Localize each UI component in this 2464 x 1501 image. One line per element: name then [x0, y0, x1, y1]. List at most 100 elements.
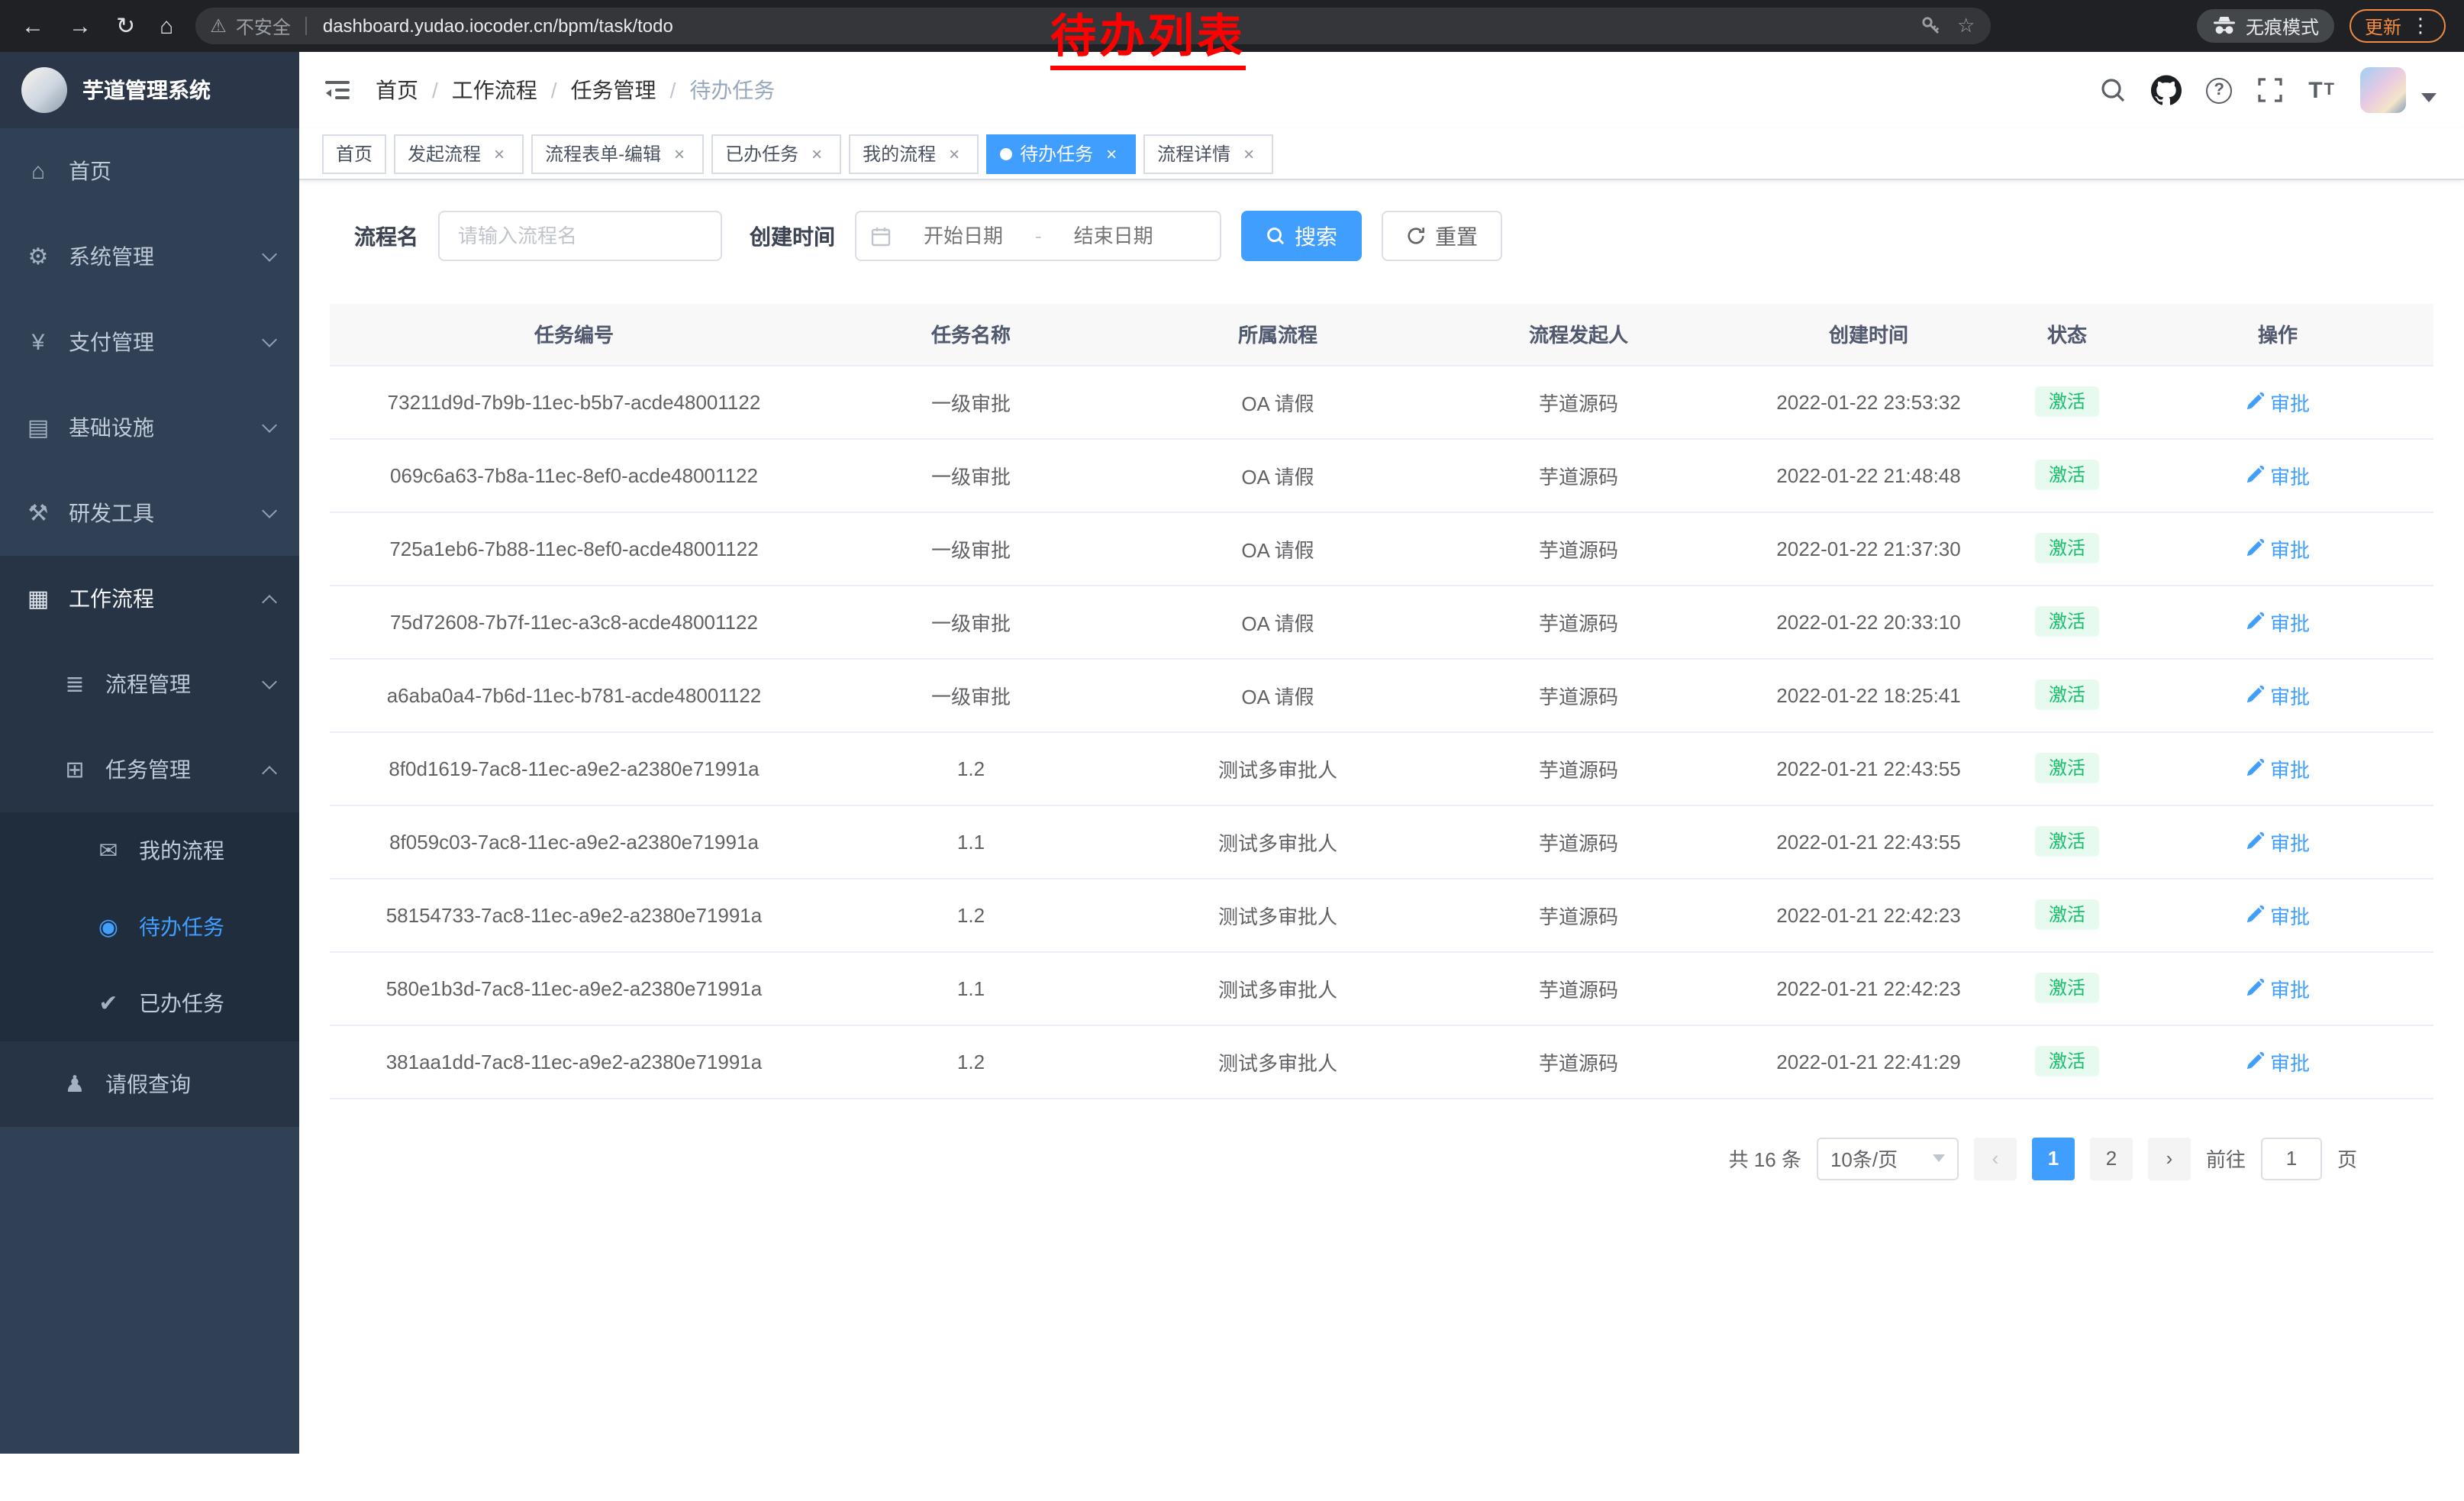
cell-created: 2022-01-22 20:33:10 [1725, 585, 2012, 658]
table-row: 75d72608-7b7f-11ec-a3c8-acde48001122 一级审… [330, 585, 2433, 658]
page-size-select[interactable]: 10条/页 [1817, 1137, 1959, 1180]
approve-label: 审批 [2270, 460, 2310, 489]
next-page-button[interactable]: › [2148, 1137, 2191, 1180]
page-button-2[interactable]: 2 [2090, 1137, 2133, 1180]
sidebar-item-my-process[interactable]: ✉ 我的流程 [0, 812, 299, 889]
tab-label: 已办任务 [725, 140, 798, 166]
chevron-up-icon [262, 765, 277, 780]
home-icon[interactable]: ⌂ [160, 15, 173, 37]
col-process: 所属流程 [1124, 304, 1432, 365]
sidebar-item-home[interactable]: ⌂ 首页 [0, 128, 299, 214]
goto-page-input[interactable] [2261, 1137, 2322, 1180]
status-badge: 激活 [2035, 899, 2099, 930]
tab-close-icon[interactable]: × [669, 143, 690, 164]
reset-button[interactable]: 重置 [1382, 211, 1502, 261]
tab-home[interactable]: 首页 [322, 134, 386, 173]
cell-starter: 芋道源码 [1432, 1025, 1725, 1098]
edit-icon [2246, 466, 2264, 484]
github-icon[interactable] [2151, 75, 2182, 105]
update-button[interactable]: 更新 ⋮ [2350, 9, 2446, 43]
tab-process-detail[interactable]: 流程详情 × [1143, 134, 1273, 173]
sidebar-item-task-mgmt[interactable]: ⊞ 任务管理 [0, 727, 299, 812]
sidebar-item-workflow[interactable]: ▦ 工作流程 [0, 556, 299, 641]
sidebar-item-system[interactable]: ⚙ 系统管理 [0, 214, 299, 299]
tab-start-process[interactable]: 发起流程 × [394, 134, 524, 173]
tab-done-tasks[interactable]: 已办任务 × [711, 134, 841, 173]
approve-link[interactable]: 审批 [2246, 900, 2310, 929]
avatar[interactable] [2360, 67, 2406, 113]
screen: ← → ↻ ⌂ ⚠ 不安全 dashboard.yudao.iocoder.cn… [0, 0, 2464, 1501]
app-logo[interactable]: 芋道管理系统 [0, 52, 299, 128]
approve-link[interactable]: 审批 [2246, 460, 2310, 489]
tab-close-icon[interactable]: × [1238, 143, 1259, 164]
sidebar-item-process-mgmt[interactable]: ≣ 流程管理 [0, 641, 299, 727]
approve-label: 审批 [2270, 1047, 2310, 1076]
tab-todo-tasks[interactable]: 待办任务 × [986, 134, 1136, 173]
sidebar-item-infra[interactable]: ▤ 基础设施 [0, 385, 299, 470]
breadcrumb-task-mgmt[interactable]: 任务管理 [571, 75, 656, 105]
reset-button-label: 重置 [1435, 221, 1478, 251]
cell-action: 审批 [2122, 512, 2433, 585]
chevron-down-icon [1933, 1154, 1945, 1162]
approve-link[interactable]: 审批 [2246, 607, 2310, 636]
tab-label: 流程详情 [1157, 140, 1230, 166]
back-icon[interactable]: ← [21, 15, 44, 37]
date-range-picker[interactable]: - [855, 211, 1221, 261]
font-size-icon[interactable]: TT [2308, 77, 2336, 103]
cell-starter: 芋道源码 [1432, 365, 1725, 438]
start-date-input[interactable] [898, 224, 1029, 247]
approve-link[interactable]: 审批 [2246, 534, 2310, 563]
bookmark-star-icon[interactable]: ☆ [1957, 14, 1975, 38]
cell-action: 审批 [2122, 438, 2433, 512]
sidebar-item-todo-tasks[interactable]: ◉ 待办任务 [0, 889, 299, 965]
cell-task-id: 58154733-7ac8-11ec-a9e2-a2380e71991a [330, 878, 818, 951]
refresh-icon[interactable]: ↻ [116, 15, 135, 37]
process-name-input[interactable] [440, 224, 721, 247]
approve-link[interactable]: 审批 [2246, 680, 2310, 709]
breadcrumb-home[interactable]: 首页 [376, 75, 418, 105]
help-icon[interactable]: ? [2206, 77, 2232, 103]
tab-my-process[interactable]: 我的流程 × [849, 134, 979, 173]
incognito-label: 无痕模式 [2246, 13, 2319, 39]
key-icon[interactable] [1921, 15, 1942, 37]
sidebar: 芋道管理系统 ⌂ 首页 ⚙ 系统管理 ¥ 支付管理 ▤ 基础设施 ⚒ 研发工具 … [0, 52, 299, 1454]
browser-menu-icon[interactable]: ⋮ [2411, 14, 2430, 38]
fullscreen-icon[interactable] [2256, 76, 2284, 104]
sidebar-item-leave-query[interactable]: ♟ 请假查询 [0, 1041, 299, 1127]
cell-task-name: 一级审批 [818, 365, 1124, 438]
cell-process: 测试多审批人 [1124, 1025, 1432, 1098]
cell-status: 激活 [2012, 585, 2122, 658]
approve-link[interactable]: 审批 [2246, 754, 2310, 783]
breadcrumb-workflow[interactable]: 工作流程 [452, 75, 537, 105]
search-icon[interactable] [2099, 76, 2127, 104]
forward-icon[interactable]: → [69, 15, 92, 37]
approve-link[interactable]: 审批 [2246, 387, 2310, 416]
col-status: 状态 [2012, 304, 2122, 365]
table-row: 73211d9d-7b9b-11ec-b5b7-acde48001122 一级审… [330, 365, 2433, 438]
tab-close-icon[interactable]: × [806, 143, 827, 164]
tab-close-icon[interactable]: × [943, 143, 965, 164]
cell-task-id: 069c6a63-7b8a-11ec-8ef0-acde48001122 [330, 438, 818, 512]
status-badge: 激活 [2035, 753, 2099, 783]
approve-link[interactable]: 审批 [2246, 1047, 2310, 1076]
sidebar-item-label: 首页 [69, 156, 111, 186]
tab-form-edit[interactable]: 流程表单-编辑 × [531, 134, 704, 173]
sidebar-collapse-icon[interactable] [299, 75, 376, 105]
cell-created: 2022-01-22 23:53:32 [1725, 365, 2012, 438]
tab-close-icon[interactable]: × [1101, 143, 1122, 164]
sidebar-item-devtools[interactable]: ⚒ 研发工具 [0, 470, 299, 556]
monitor-icon: ▤ [24, 414, 52, 441]
end-date-input[interactable] [1048, 224, 1179, 247]
col-task-id: 任务编号 [330, 304, 818, 365]
prev-page-button[interactable]: ‹ [1974, 1137, 2017, 1180]
tab-close-icon[interactable]: × [489, 143, 510, 164]
search-button[interactable]: 搜索 [1241, 211, 1362, 261]
approve-link[interactable]: 审批 [2246, 973, 2310, 1002]
sidebar-item-payment[interactable]: ¥ 支付管理 [0, 299, 299, 385]
breadcrumb: 首页 / 工作流程 / 任务管理 / 待办任务 [376, 75, 775, 105]
page-button-1[interactable]: 1 [2032, 1137, 2075, 1180]
approve-link[interactable]: 审批 [2246, 827, 2310, 856]
sidebar-item-done-tasks[interactable]: ✔ 已办任务 [0, 965, 299, 1041]
tags-view: 首页 发起流程 × 流程表单-编辑 × 已办任务 × 我的流程 × 待办任务 ×… [299, 128, 2464, 180]
avatar-caret-icon[interactable] [2421, 93, 2437, 102]
